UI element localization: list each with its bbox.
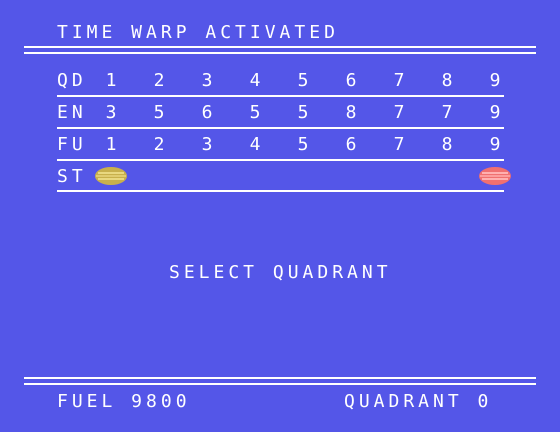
- grid-cell-qd-8[interactable]: 8: [437, 71, 457, 91]
- header-divider-bottom: [24, 52, 536, 54]
- select-quadrant-prompt: SELECT QUADRANT: [169, 262, 392, 283]
- grid-cell-fu-9: 9: [489, 134, 501, 155]
- grid-cell-qd-5[interactable]: 5: [293, 71, 313, 91]
- header-divider-top: [24, 46, 536, 48]
- grid-row-divider: [57, 190, 504, 192]
- player-ship-icon: [94, 166, 128, 186]
- grid-cell-qd-1[interactable]: 1: [101, 71, 121, 91]
- grid-cell-en-7: 7: [393, 102, 405, 123]
- enemy-ship-icon: [478, 166, 512, 186]
- footer-divider-bottom: [24, 383, 536, 385]
- page-title: TIME WARP ACTIVATED: [57, 22, 339, 43]
- grid-row-divider: [57, 95, 504, 97]
- grid-cell-en-2: 5: [153, 102, 165, 123]
- grid-row-divider: [57, 159, 504, 161]
- grid-cell-qd-6[interactable]: 6: [341, 71, 361, 91]
- grid-cell-fu-1: 1: [105, 134, 117, 155]
- fuel-readout: FUEL 9800: [57, 391, 191, 412]
- row-label-st: ST: [57, 166, 87, 187]
- grid-cell-fu-5: 5: [297, 134, 309, 155]
- grid-cell-en-1: 3: [105, 102, 117, 123]
- grid-cell-en-6: 8: [345, 102, 357, 123]
- quadrant-readout: QUADRANT 0: [344, 391, 493, 412]
- grid-cell-en-9: 9: [489, 102, 501, 123]
- grid-cell-fu-3: 3: [201, 134, 213, 155]
- grid-cell-en-5: 5: [297, 102, 309, 123]
- grid-cell-fu-2: 2: [153, 134, 165, 155]
- grid-cell-en-3: 6: [201, 102, 213, 123]
- grid-cell-qd-7[interactable]: 7: [389, 71, 409, 91]
- footer-divider-top: [24, 377, 536, 379]
- grid-cell-fu-7: 7: [393, 134, 405, 155]
- grid-cell-en-8: 7: [441, 102, 453, 123]
- grid-cell-qd-4[interactable]: 4: [245, 71, 265, 91]
- row-label-qd: QD: [57, 70, 87, 91]
- row-label-en: EN: [57, 102, 87, 123]
- grid-row-divider: [57, 127, 504, 129]
- grid-cell-qd-3[interactable]: 3: [197, 71, 217, 91]
- grid-cell-fu-6: 6: [345, 134, 357, 155]
- row-label-fu: FU: [57, 134, 87, 155]
- grid-cell-en-4: 5: [249, 102, 261, 123]
- grid-cell-qd-9[interactable]: 9: [485, 71, 505, 91]
- grid-cell-fu-4: 4: [249, 134, 261, 155]
- grid-cell-fu-8: 8: [441, 134, 453, 155]
- grid-cell-qd-2[interactable]: 2: [149, 71, 169, 91]
